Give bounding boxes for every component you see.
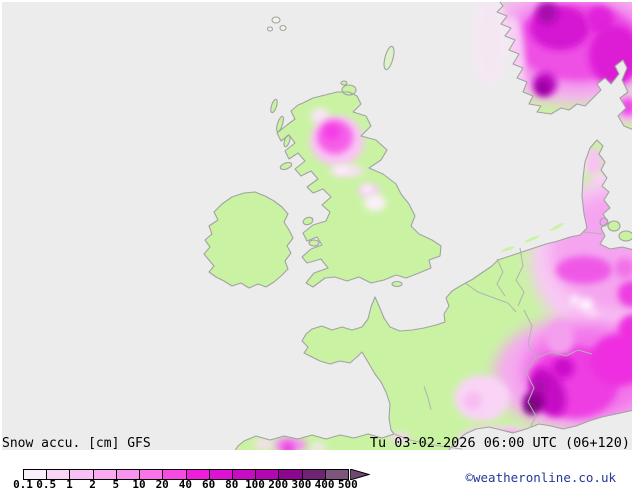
- colorbar-tick-label: 400: [314, 478, 335, 490]
- colorbar-tick-label: 40: [178, 478, 193, 490]
- colorbar-tick-label: 20: [155, 478, 169, 490]
- legend-title: Snow accu. [cm] GFS: [2, 436, 151, 451]
- colorbar-tick-label: 0.5: [36, 478, 57, 490]
- colorbar-tick-label: 80: [225, 478, 239, 490]
- colorbar-tick-label: 0.1: [13, 478, 33, 490]
- colorbar-tick-label: 500: [337, 478, 358, 490]
- forecast-timestamp: Tu 03-02-2026 06:00 UTC (06+120): [369, 435, 630, 451]
- snow-accumulation-map: [0, 0, 634, 452]
- colorbar-tick-label: 100: [245, 478, 265, 490]
- colorbar-tick-label: 10: [132, 478, 146, 490]
- legend: Snow accu. [cm] GFS Tu 03-02-2026 06:00 …: [0, 435, 634, 490]
- copyright-link[interactable]: ©weatheronline.co.uk: [465, 470, 616, 485]
- colorbar-tick-label: 300: [291, 478, 312, 490]
- colorbar-tick-label: 60: [201, 478, 216, 490]
- colorbar-tick-label: 5: [112, 478, 120, 490]
- map-area: [0, 0, 634, 452]
- colorbar-tick-label: 1: [66, 478, 73, 490]
- snow-pennines: [364, 195, 386, 211]
- colorbar-tick-label: 2: [89, 478, 96, 490]
- colorbar-tick-label: 200: [268, 478, 289, 490]
- weather-map-screenshot: Snow accu. [cm] GFS Tu 03-02-2026 06:00 …: [0, 0, 634, 490]
